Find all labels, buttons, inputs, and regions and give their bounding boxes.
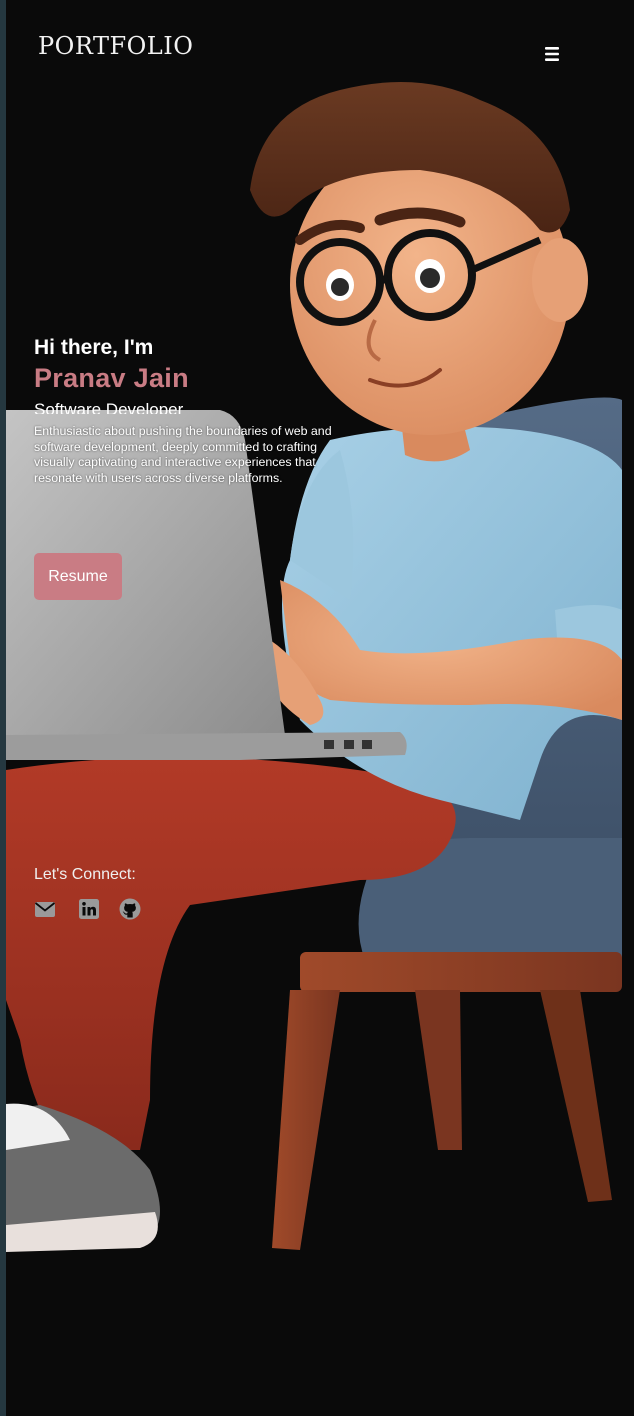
intro-section: Hi there, I'm Pranav Jain Software Devel… [34, 336, 354, 486]
hamburger-menu-icon[interactable] [542, 44, 562, 64]
role-subtitle: Software Developer [34, 400, 184, 414]
resume-button[interactable]: Resume [34, 553, 122, 600]
hero-illustration [6, 82, 622, 1252]
name-heading: Pranav Jain [34, 363, 189, 393]
portfolio-page: PORTFOLIO Hi there, I'm Pranav Jain Soft… [0, 0, 634, 1416]
email-icon[interactable] [34, 898, 56, 920]
connect-section: Let's Connect: [34, 866, 234, 920]
navbar: PORTFOLIO [6, 0, 634, 100]
linkedin-icon[interactable] [78, 898, 100, 920]
connect-label: Let's Connect: [34, 866, 136, 883]
site-logo[interactable]: PORTFOLIO [38, 32, 193, 60]
greeting-heading: Hi there, I'm [34, 336, 154, 359]
bio-paragraph: Enthusiastic about pushing the boundarie… [34, 424, 332, 485]
github-icon[interactable] [119, 898, 141, 920]
left-edge-border [0, 0, 6, 1416]
